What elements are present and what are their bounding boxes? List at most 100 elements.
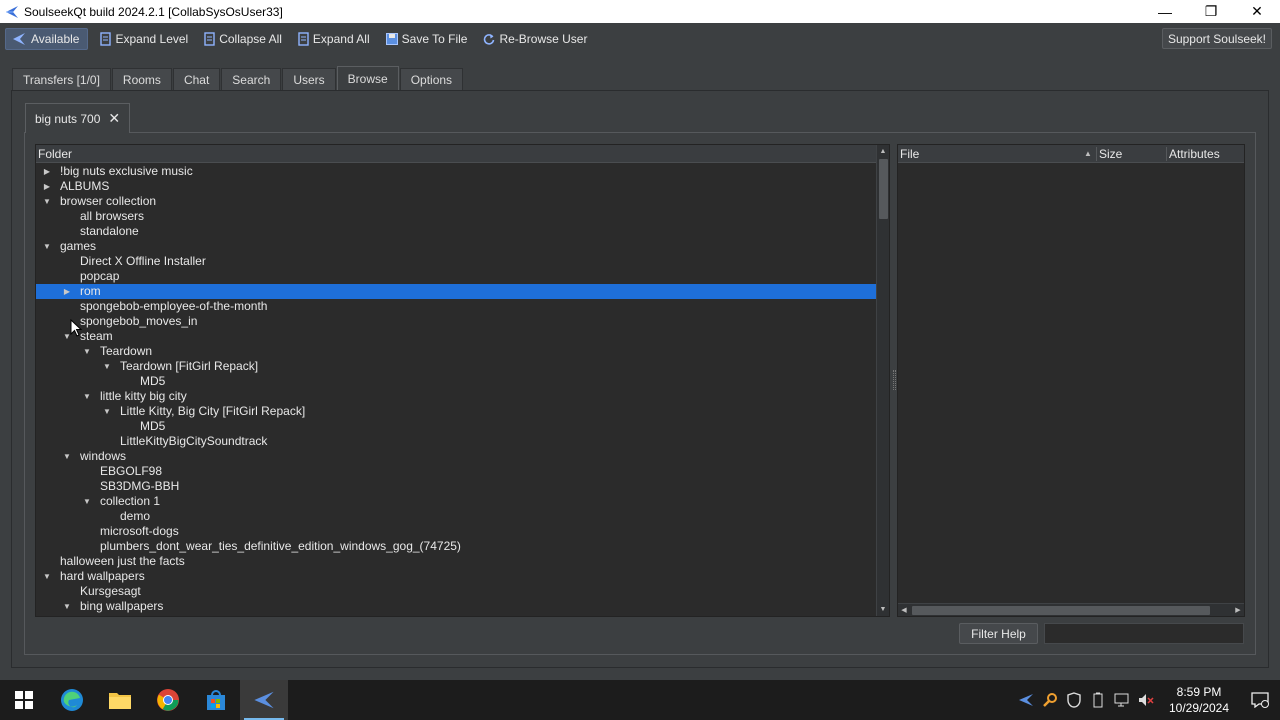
expand-level-button[interactable]: Expand Level bbox=[92, 28, 196, 50]
tab-search[interactable]: Search bbox=[221, 68, 282, 91]
tray-security-shield-icon[interactable] bbox=[1062, 680, 1086, 720]
collapse-arrow-icon[interactable]: ▼ bbox=[102, 404, 112, 419]
tree-row-label: hard wallpapers bbox=[60, 569, 145, 583]
filter-input[interactable] bbox=[1044, 623, 1244, 644]
rebrowse-user-button[interactable]: Re-Browse User bbox=[475, 28, 595, 50]
folder-vertical-scrollbar[interactable]: ▲ ▼ bbox=[876, 145, 889, 616]
collapse-all-button[interactable]: Collapse All bbox=[196, 28, 290, 50]
tree-row[interactable]: SB3DMG-BBH bbox=[36, 479, 878, 494]
expand-arrow-icon[interactable]: ▶ bbox=[42, 164, 52, 179]
tree-row[interactable]: spongebob-employee-of-the-month bbox=[36, 299, 878, 314]
scroll-right-arrow-icon[interactable]: ▶ bbox=[1232, 604, 1244, 616]
tree-row[interactable]: ▼ Little Kitty, Big City [FitGirl Repack] bbox=[36, 404, 878, 419]
support-soulseek-button[interactable]: Support Soulseek! bbox=[1161, 28, 1272, 49]
panel-splitter[interactable] bbox=[893, 370, 896, 390]
scroll-down-arrow-icon[interactable]: ▼ bbox=[877, 603, 889, 616]
collapse-arrow-icon[interactable]: ▼ bbox=[62, 449, 72, 464]
taskbar-chrome[interactable] bbox=[144, 680, 192, 720]
tree-row[interactable]: ▶ rom bbox=[36, 284, 878, 299]
tree-row[interactable]: MD5 bbox=[36, 374, 878, 389]
collapse-arrow-icon[interactable]: ▼ bbox=[82, 389, 92, 404]
file-horizontal-scrollbar[interactable]: ◀ ▶ bbox=[898, 603, 1244, 616]
tree-row[interactable]: ▼ collection 1 bbox=[36, 494, 878, 509]
attributes-column-header[interactable]: Attributes bbox=[1167, 145, 1237, 163]
collapse-arrow-icon[interactable]: ▼ bbox=[82, 344, 92, 359]
tree-row[interactable]: LittleKittyBigCitySoundtrack bbox=[36, 434, 878, 449]
scroll-up-arrow-icon[interactable]: ▲ bbox=[877, 145, 889, 158]
tab-users[interactable]: Users bbox=[282, 68, 336, 91]
collapse-arrow-icon[interactable]: ▼ bbox=[42, 194, 52, 209]
tree-row[interactable]: all browsers bbox=[36, 209, 878, 224]
file-column-header[interactable]: File bbox=[898, 145, 1098, 163]
scroll-thumb[interactable] bbox=[912, 606, 1210, 615]
tree-row[interactable]: Direct X Offline Installer bbox=[36, 254, 878, 269]
tree-row[interactable]: ▼ browser collection bbox=[36, 194, 878, 209]
scroll-left-arrow-icon[interactable]: ◀ bbox=[898, 604, 910, 616]
tree-row[interactable]: ▼ bing wallpapers bbox=[36, 599, 878, 614]
tree-row-label: steam bbox=[80, 329, 113, 343]
tree-row[interactable]: plumbers_dont_wear_ties_definitive_editi… bbox=[36, 539, 878, 554]
taskbar-clock[interactable]: 8:59 PM 10/29/2024 bbox=[1158, 684, 1240, 716]
tree-row[interactable]: microsoft-dogs bbox=[36, 524, 878, 539]
tree-row-label: ALBUMS bbox=[60, 179, 110, 193]
tray-network-icon[interactable] bbox=[1110, 680, 1134, 720]
tray-volume-muted-icon[interactable] bbox=[1134, 680, 1158, 720]
tray-soulseek-icon[interactable] bbox=[1014, 680, 1038, 720]
rebrowse-user-label: Re-Browse User bbox=[499, 32, 588, 46]
tree-row[interactable]: popcap bbox=[36, 269, 878, 284]
tree-row[interactable]: ▼ hard wallpapers bbox=[36, 569, 878, 584]
tree-row-label: all browsers bbox=[80, 209, 145, 223]
size-column-header[interactable]: Size bbox=[1097, 145, 1167, 163]
tree-row[interactable]: spongebob_moves_in bbox=[36, 314, 878, 329]
folder-tree[interactable]: Folder ▶ !big nuts exclusive music ▶ ALBUMS… bbox=[35, 144, 890, 617]
tree-row[interactable]: halloween just the facts bbox=[36, 554, 878, 569]
tree-row-label: demo bbox=[120, 509, 151, 523]
minimize-button[interactable]: — bbox=[1142, 0, 1188, 23]
taskbar-file-explorer[interactable] bbox=[96, 680, 144, 720]
file-list[interactable]: File ▲ Size Attributes ◀ ▶ bbox=[897, 144, 1245, 617]
tree-row[interactable]: ▼ games bbox=[36, 239, 878, 254]
tree-row[interactable]: ▶ !big nuts exclusive music bbox=[36, 164, 878, 179]
tray-battery-icon[interactable] bbox=[1086, 680, 1110, 720]
expand-arrow-icon[interactable]: ▶ bbox=[62, 284, 72, 299]
tree-row[interactable]: ▶ ALBUMS bbox=[36, 179, 878, 194]
collapse-arrow-icon[interactable]: ▼ bbox=[42, 569, 52, 584]
tree-row[interactable]: demo bbox=[36, 509, 878, 524]
collapse-arrow-icon[interactable]: ▼ bbox=[102, 359, 112, 374]
folder-column-header[interactable]: Folder bbox=[36, 145, 878, 163]
save-to-file-button[interactable]: Save To File bbox=[378, 28, 476, 50]
tree-row[interactable]: ▼ Teardown bbox=[36, 344, 878, 359]
scroll-thumb[interactable] bbox=[879, 159, 888, 219]
collapse-arrow-icon[interactable]: ▼ bbox=[42, 239, 52, 254]
tab-browse[interactable]: Browse bbox=[336, 66, 399, 91]
collapse-arrow-icon[interactable]: ▼ bbox=[82, 494, 92, 509]
tree-row[interactable]: ▼ little kitty big city bbox=[36, 389, 878, 404]
tree-row[interactable]: ▼ Teardown [FitGirl Repack] bbox=[36, 359, 878, 374]
expand-arrow-icon[interactable]: ▶ bbox=[42, 179, 52, 194]
taskbar-soulseek[interactable] bbox=[240, 680, 288, 720]
tab-options[interactable]: Options bbox=[399, 68, 464, 91]
close-button[interactable]: ✕ bbox=[1234, 0, 1280, 23]
tree-row[interactable]: Kursgesagt bbox=[36, 584, 878, 599]
status-button[interactable]: Available bbox=[5, 28, 89, 50]
taskbar-edge[interactable] bbox=[48, 680, 96, 720]
taskbar-store[interactable] bbox=[192, 680, 240, 720]
filter-help-button[interactable]: Filter Help bbox=[959, 623, 1038, 644]
user-browse-tab[interactable]: big nuts 700 ✕ bbox=[25, 103, 130, 133]
tab-chat[interactable]: Chat bbox=[172, 68, 221, 91]
close-tab-icon[interactable]: ✕ bbox=[108, 110, 120, 127]
expand-all-button[interactable]: Expand All bbox=[290, 28, 378, 50]
notification-center-button[interactable] bbox=[1240, 680, 1280, 720]
tab-transfers[interactable]: Transfers [1/0] bbox=[12, 68, 111, 91]
tree-row[interactable]: ▼ steam bbox=[36, 329, 878, 344]
start-button[interactable] bbox=[0, 680, 48, 720]
tree-row[interactable]: ▼ windows bbox=[36, 449, 878, 464]
tab-rooms[interactable]: Rooms bbox=[111, 68, 172, 91]
restore-button[interactable]: ❐ bbox=[1188, 0, 1234, 23]
tree-row[interactable]: EBGOLF98 bbox=[36, 464, 878, 479]
tree-row[interactable]: MD5 bbox=[36, 419, 878, 434]
tree-row-label: LittleKittyBigCitySoundtrack bbox=[120, 434, 268, 448]
tray-search-icon[interactable] bbox=[1038, 680, 1062, 720]
tree-row[interactable]: standalone bbox=[36, 224, 878, 239]
collapse-arrow-icon[interactable]: ▼ bbox=[62, 599, 72, 614]
